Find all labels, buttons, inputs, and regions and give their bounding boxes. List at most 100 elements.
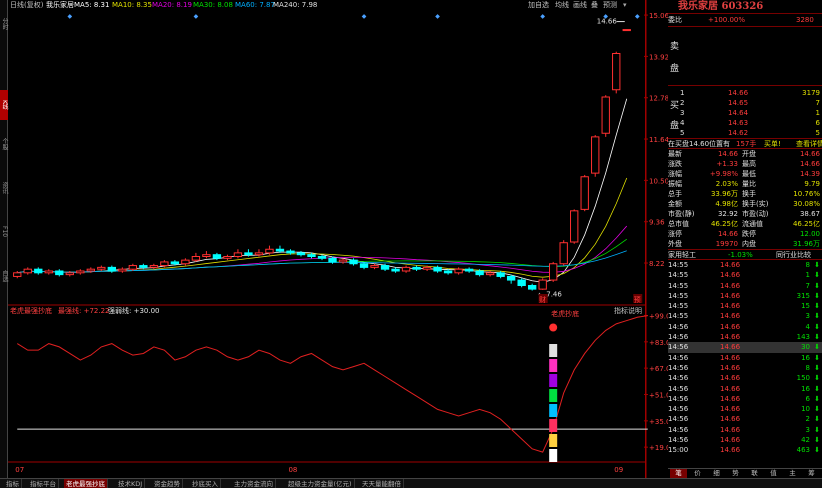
quote-footer-tab[interactable]: 主 bbox=[784, 469, 801, 478]
candle-body bbox=[517, 279, 526, 286]
finance-marker-label: 财 bbox=[539, 295, 546, 304]
candle-body bbox=[212, 254, 222, 259]
quote-value: 33.96万 bbox=[710, 190, 738, 198]
down-arrow-icon: ⬇ bbox=[814, 271, 820, 280]
indicator-tab[interactable]: 老虎最强抄底 bbox=[64, 479, 108, 488]
tick-trade-list[interactable]: 14:55 14.66 8 ⬇ 14:55 14.66 1 ⬇ 14:55 14.66 7 ⬇ 14:5… bbox=[668, 259, 822, 456]
quote-value: 4.98亿 bbox=[715, 200, 738, 208]
trade-volume: 6 bbox=[805, 394, 810, 403]
price-axis-label: 13.92 bbox=[649, 53, 668, 61]
trade-price: 14.66 bbox=[720, 312, 741, 321]
trade-price: 14.66 bbox=[720, 353, 741, 362]
down-arrow-icon: ⬇ bbox=[814, 394, 820, 403]
trade-volume: 30 bbox=[801, 343, 810, 352]
trade-volume: 16 bbox=[801, 384, 810, 393]
quote-label: 市盈(静) bbox=[668, 210, 695, 218]
down-arrow-icon: ⬇ bbox=[814, 415, 820, 424]
quote-footer-tab[interactable]: 筹 bbox=[803, 469, 820, 478]
trade-time: 14:56 bbox=[668, 363, 689, 372]
sub-value2: 强弱线: +30.00 bbox=[108, 306, 160, 315]
left-tab-f10[interactable]: F10 bbox=[0, 212, 8, 252]
kline-chart-area[interactable]: 日线(复权) 我乐家居 MA5: 8.31 MA10: 8.35 MA20: 8… bbox=[8, 0, 668, 478]
trade-time: 14:56 bbox=[668, 394, 689, 403]
buy-level-row[interactable]: 5 14.62 5 bbox=[668, 128, 822, 138]
quote-footer-tab[interactable]: 联 bbox=[746, 469, 763, 478]
left-tab-news[interactable]: 资讯 bbox=[0, 168, 8, 208]
event-diamond-icon: ◆ bbox=[362, 13, 367, 20]
buy-level-volume: 7 bbox=[815, 99, 820, 107]
quote-footer-tab[interactable]: 笔 bbox=[670, 469, 687, 478]
indicator-tab[interactable]: 技术KDJ bbox=[116, 479, 146, 488]
buy-note-text: 在买盘14.60位置有 bbox=[668, 140, 731, 148]
buy-level-row[interactable]: 1 14.66 3179 bbox=[668, 88, 822, 98]
down-arrow-icon: ⬇ bbox=[814, 405, 820, 414]
trade-price: 14.66 bbox=[720, 405, 741, 414]
quote-label: 换手 bbox=[742, 190, 756, 198]
quote-label: 总市值 bbox=[668, 220, 689, 228]
tick-trade-row: 14:56 14.66 4 ⬇ bbox=[668, 322, 822, 332]
indicator-tab[interactable]: 天天量能翻倍 bbox=[360, 479, 404, 488]
trade-time: 14:56 bbox=[668, 353, 689, 362]
event-diamond-icon: ◆ bbox=[194, 13, 199, 20]
trade-price: 14.66 bbox=[720, 374, 741, 383]
quote-value: 46.25亿 bbox=[710, 220, 738, 228]
trade-time: 14:55 bbox=[668, 312, 689, 321]
buy-level-row[interactable]: 2 14.65 7 bbox=[668, 98, 822, 108]
indicator-tab[interactable]: 指标平台 bbox=[28, 479, 59, 488]
quote-value: 31.96万 bbox=[792, 240, 820, 248]
buy-level-row[interactable]: 3 14.64 1 bbox=[668, 108, 822, 118]
candle-body bbox=[128, 265, 138, 270]
trade-time: 14:56 bbox=[668, 425, 689, 434]
candle-body bbox=[422, 266, 432, 270]
quote-footer-tab[interactable]: 值 bbox=[765, 469, 782, 478]
tick-trade-row: 14:55 14.66 3 ⬇ bbox=[668, 311, 822, 321]
buy-level-price: 14.66 bbox=[728, 89, 749, 97]
quote-footer-tabs: 笔价细势联值主筹 bbox=[668, 468, 822, 478]
candle-body bbox=[265, 248, 274, 254]
candle-body bbox=[464, 268, 474, 272]
quote-label: 跌停 bbox=[742, 230, 756, 238]
quote-footer-tab[interactable]: 势 bbox=[727, 469, 744, 478]
buy-note-link[interactable]: 查看详情 bbox=[796, 139, 822, 149]
signal-bar-seg bbox=[549, 359, 558, 372]
candle-body bbox=[244, 252, 253, 256]
candle-body bbox=[44, 270, 53, 274]
indicator-tab[interactable]: 资金趋势 bbox=[152, 479, 183, 488]
trade-time: 14:55 bbox=[668, 271, 689, 280]
industry-compare-link[interactable]: 同行业比较 bbox=[776, 250, 811, 260]
trade-price: 14.66 bbox=[720, 425, 741, 434]
buy-level-row[interactable]: 4 14.63 6 bbox=[668, 118, 822, 128]
left-tab-kline[interactable]: K线 bbox=[0, 90, 8, 120]
quote-footer-tab[interactable]: 细 bbox=[708, 469, 725, 478]
left-tab-stock[interactable]: 个股 bbox=[0, 124, 8, 164]
candle-body bbox=[359, 263, 369, 268]
trade-time: 14:56 bbox=[668, 384, 689, 393]
candle-body bbox=[275, 248, 285, 252]
down-arrow-icon: ⬇ bbox=[814, 281, 820, 290]
candle-body bbox=[76, 270, 85, 274]
industry-row[interactable]: 家用轻工 -1.03% 同行业比较 bbox=[668, 249, 822, 259]
quote-label: 外盘 bbox=[668, 240, 682, 248]
price-axis-label: 8.22 bbox=[649, 260, 665, 268]
indicator-tab[interactable]: 抄底买入 bbox=[190, 479, 221, 488]
down-arrow-icon: ⬇ bbox=[814, 343, 820, 352]
event-diamond-icon: ◆ bbox=[67, 13, 72, 20]
trade-time: 14:56 bbox=[668, 405, 689, 414]
indicator-tab[interactable]: 指标 bbox=[4, 479, 22, 488]
quote-label: 最新 bbox=[668, 150, 682, 158]
left-tab-fenshi[interactable]: 分时 bbox=[0, 4, 8, 44]
price-axis-label: 11.64 bbox=[649, 136, 668, 144]
buy-note[interactable]: 在买盘14.60位置有 157手 买单! 查看详情 bbox=[668, 138, 822, 148]
indicator-tab[interactable]: 主力资金流向 bbox=[232, 479, 276, 488]
trade-volume: 2 bbox=[805, 415, 810, 424]
candle-body bbox=[55, 270, 64, 276]
quote-label: 涨跌 bbox=[668, 160, 682, 168]
industry-name[interactable]: 家用轻工 bbox=[668, 250, 696, 260]
indicator-tab[interactable]: 超级主力资金量(亿元) bbox=[286, 479, 355, 488]
quote-value: 14.66 bbox=[799, 160, 820, 168]
candle-body bbox=[223, 256, 232, 259]
left-tab-watchlist[interactable]: 自选 bbox=[0, 256, 8, 296]
quote-footer-tab[interactable]: 价 bbox=[689, 469, 706, 478]
candle-body bbox=[622, 29, 631, 32]
buy-signal-label: 老虎抄底 bbox=[551, 309, 579, 318]
